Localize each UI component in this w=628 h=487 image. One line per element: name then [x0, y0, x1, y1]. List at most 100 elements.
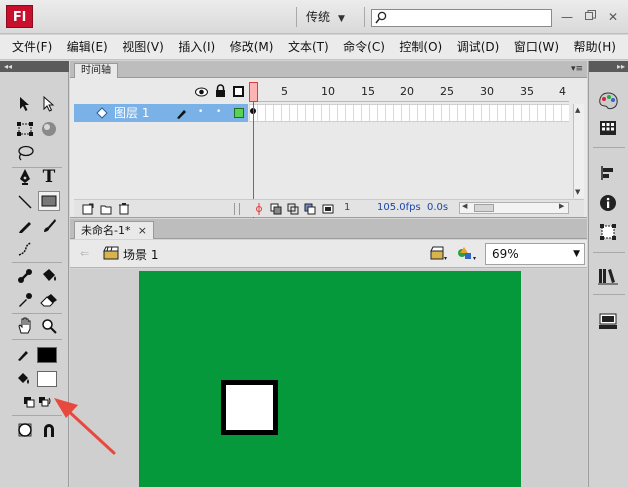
timeline-panel: 时间轴 ▾≡ 1 5 10 15 20 25 30 35 4 图层 1 • • …: [70, 61, 587, 218]
timeline-vertical-scrollbar[interactable]: ▲ ▼: [573, 104, 584, 198]
menu-help[interactable]: 帮助(H): [574, 35, 616, 59]
menu-window[interactable]: 窗口(W): [514, 35, 559, 59]
panel-menu-icon[interactable]: ▾≡: [571, 64, 583, 74]
eraser-tool-icon[interactable]: [38, 290, 60, 310]
frame-rate-value[interactable]: 105.0fps: [377, 202, 421, 213]
help-search-input[interactable]: [371, 9, 552, 27]
lasso-tool-icon[interactable]: [14, 143, 36, 163]
frame-ruler[interactable]: 1 5 10 15 20 25 30 35 4: [249, 82, 569, 102]
app-logo: Fl: [6, 5, 33, 28]
edit-multiple-frames-icon[interactable]: [304, 203, 316, 215]
layer-outline-color[interactable]: [234, 108, 244, 118]
restore-icon[interactable]: [581, 8, 599, 26]
new-layer-icon[interactable]: [82, 203, 94, 215]
trash-icon[interactable]: [118, 202, 130, 215]
menu-control[interactable]: 控制(O): [399, 35, 442, 59]
close-tab-icon[interactable]: ×: [138, 222, 147, 239]
3d-rotation-tool-icon[interactable]: [38, 119, 60, 139]
transform-icon[interactable]: [597, 221, 619, 243]
close-icon[interactable]: ✕: [604, 8, 622, 26]
components-icon[interactable]: [597, 310, 619, 332]
menu-view[interactable]: 视图(V): [122, 35, 164, 59]
resize-grip[interactable]: [234, 203, 240, 215]
tools-separator: [12, 262, 62, 263]
title-separator: [364, 7, 365, 27]
visibility-dot[interactable]: •: [198, 107, 203, 117]
frame-number: 4: [559, 85, 566, 98]
rectangle-shape[interactable]: [221, 380, 278, 435]
stroke-color-pencil-icon: [12, 345, 34, 365]
pencil-tool-icon[interactable]: [14, 216, 36, 236]
hand-tool-icon[interactable]: [14, 316, 36, 336]
modify-onion-markers-icon[interactable]: [322, 203, 334, 215]
menu-edit[interactable]: 编辑(E): [67, 35, 108, 59]
zoom-tool-icon[interactable]: [38, 316, 60, 336]
timeline-horizontal-scrollbar[interactable]: ◀ ▶: [459, 202, 569, 214]
align-icon[interactable]: [597, 162, 619, 184]
menu-modify[interactable]: 修改(M): [230, 35, 274, 59]
lock-icon[interactable]: [215, 84, 226, 100]
title-bar: Fl 传统 ▼ — ✕: [0, 0, 628, 34]
object-drawing-icon[interactable]: [14, 420, 36, 440]
onion-skin-icon[interactable]: [270, 203, 282, 215]
tab-document[interactable]: 未命名-1* ×: [74, 221, 154, 239]
title-separator: [296, 7, 297, 27]
frame-number: 20: [400, 85, 414, 98]
expand-panel-icon[interactable]: ▸▸: [589, 61, 628, 72]
deco-tool-icon[interactable]: [14, 239, 36, 259]
free-transform-tool-icon[interactable]: [14, 119, 36, 139]
line-tool-icon[interactable]: [14, 192, 36, 212]
fill-color-swatch[interactable]: [37, 371, 57, 387]
menu-insert[interactable]: 插入(I): [178, 35, 215, 59]
zoom-value: 69%: [492, 247, 519, 261]
collapse-panel-icon[interactable]: ◂◂: [0, 61, 69, 72]
workspace-switcher[interactable]: 传统 ▼: [306, 6, 345, 28]
info-icon[interactable]: [597, 192, 619, 214]
tools-separator: [12, 339, 62, 340]
scroll-thumb[interactable]: [474, 204, 494, 212]
onion-skin-outline-icon[interactable]: [287, 203, 299, 215]
menu-debug[interactable]: 调试(D): [457, 35, 500, 59]
lock-dot[interactable]: •: [216, 107, 221, 117]
outline-icon[interactable]: [233, 86, 244, 97]
playhead-handle[interactable]: [249, 82, 258, 102]
eye-icon[interactable]: [195, 86, 208, 100]
edit-symbols-icon[interactable]: [456, 244, 478, 262]
library-icon[interactable]: [597, 265, 619, 287]
zoom-select[interactable]: 69% ▼: [485, 243, 585, 265]
frame-number: 5: [281, 85, 288, 98]
brush-tool-icon[interactable]: [38, 216, 60, 236]
panel-separator: [593, 147, 625, 148]
rectangle-tool-icon[interactable]: [38, 191, 60, 211]
back-arrow-icon[interactable]: ⇐: [80, 247, 89, 260]
current-frame-value[interactable]: 1: [344, 202, 350, 213]
scroll-right-icon[interactable]: ▶: [559, 202, 564, 210]
pen-tool-icon[interactable]: [14, 167, 36, 187]
scroll-down-icon[interactable]: ▼: [575, 188, 580, 196]
bone-tool-icon[interactable]: [14, 266, 36, 286]
timeline-header: 时间轴 ▾≡: [70, 61, 587, 78]
edit-scene-icon[interactable]: [430, 246, 448, 262]
frames-row[interactable]: [249, 104, 569, 122]
new-folder-icon[interactable]: [100, 203, 112, 215]
eyedropper-tool-icon[interactable]: [14, 290, 36, 310]
menu-file[interactable]: 文件(F): [12, 35, 52, 59]
swatches-icon[interactable]: [597, 117, 619, 139]
layer-row[interactable]: 图层 1 • •: [74, 104, 248, 122]
text-tool-icon[interactable]: T: [38, 167, 60, 187]
scroll-left-icon[interactable]: ◀: [462, 202, 467, 210]
search-icon: [375, 11, 387, 24]
menu-commands[interactable]: 命令(C): [343, 35, 385, 59]
stroke-color-swatch[interactable]: [37, 347, 57, 363]
subselection-tool-icon[interactable]: [38, 94, 60, 114]
minimize-icon[interactable]: —: [558, 8, 576, 26]
paint-bucket-tool-icon[interactable]: [38, 266, 60, 286]
document-title: 未命名-1*: [81, 224, 131, 237]
stage-canvas[interactable]: [139, 271, 521, 487]
tab-timeline[interactable]: 时间轴: [74, 63, 118, 78]
selection-tool-icon[interactable]: [14, 94, 36, 114]
color-palette-icon[interactable]: [597, 90, 619, 112]
scroll-up-icon[interactable]: ▲: [575, 106, 580, 114]
center-frame-icon[interactable]: [254, 203, 264, 215]
menu-text[interactable]: 文本(T): [288, 35, 329, 59]
